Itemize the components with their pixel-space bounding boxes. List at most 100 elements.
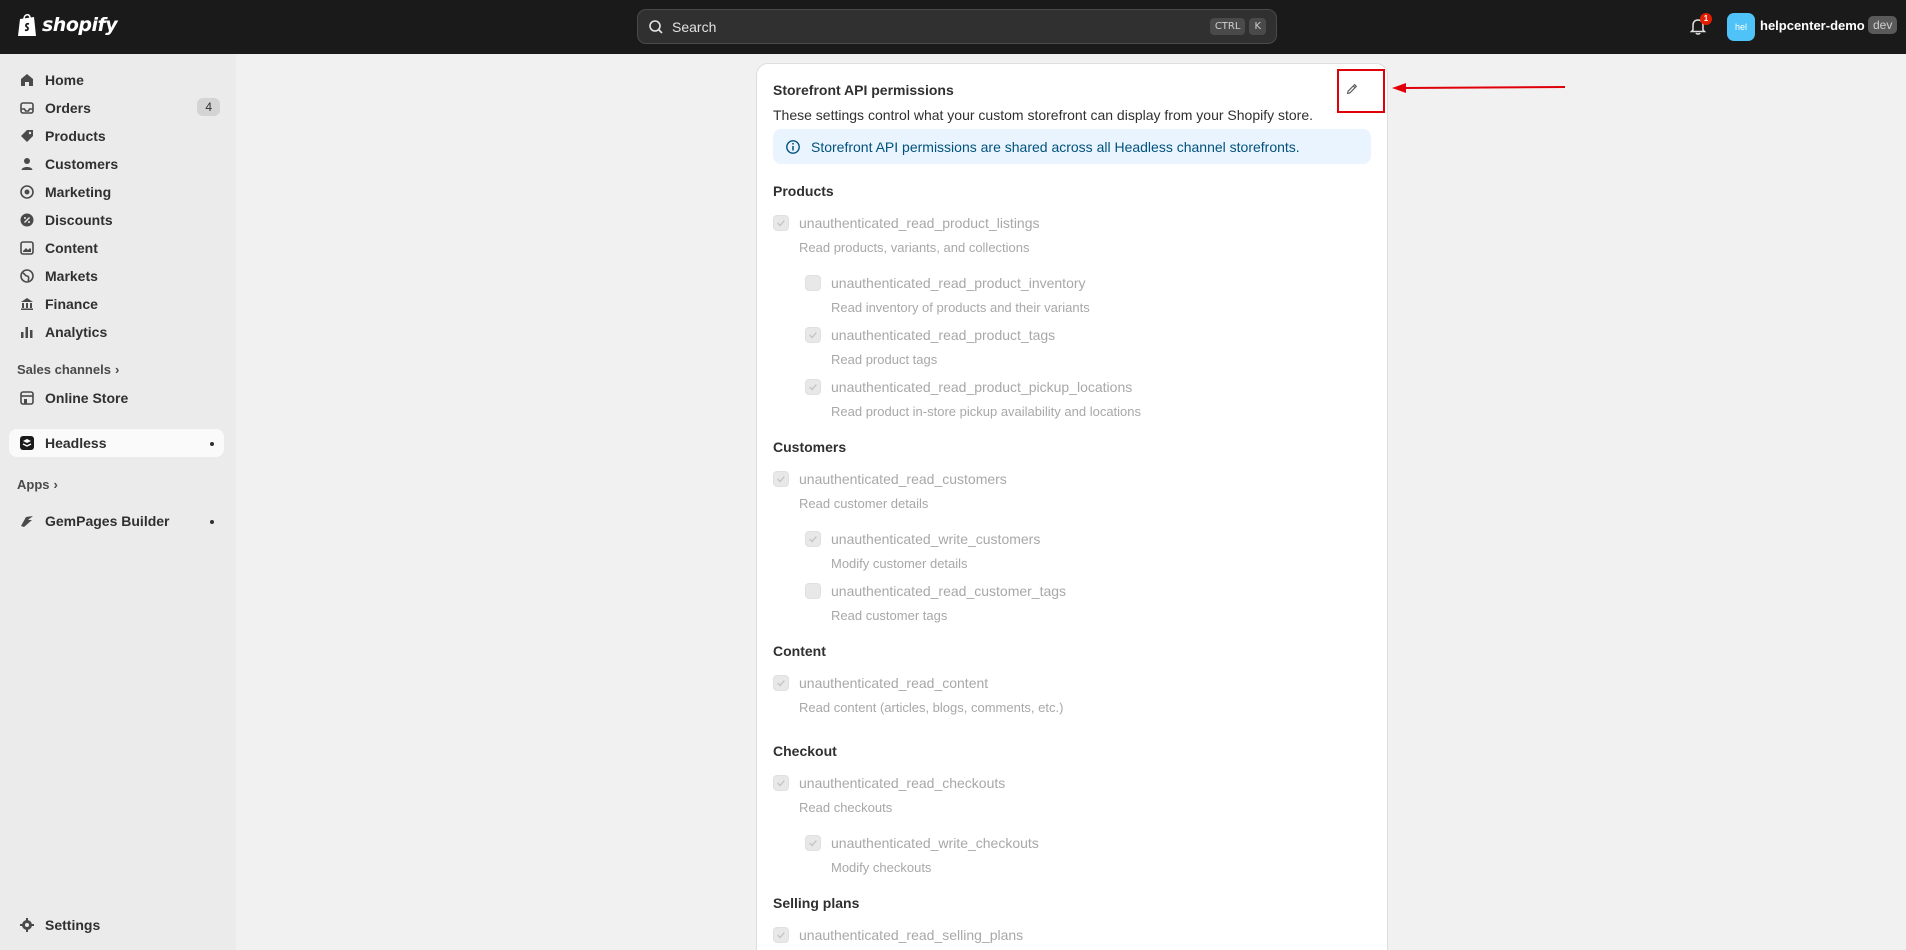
- sidebar-item-home[interactable]: Home: [9, 66, 224, 94]
- storefront-api-permissions-card: Storefront API permissions These setting…: [756, 63, 1388, 950]
- info-banner-text: Storefront API permissions are shared ac…: [811, 138, 1300, 155]
- permission-description: Modify customer details: [831, 556, 968, 571]
- sidebar: Home Orders 4 Products Customers Marketi…: [0, 54, 236, 950]
- permission-description: Read customer tags: [831, 608, 948, 623]
- check-icon: [777, 220, 785, 227]
- group-title-selling-plans: Selling plans: [773, 895, 860, 911]
- group-title-customers: Customers: [773, 439, 847, 455]
- check-icon: [809, 332, 817, 339]
- permission-name: unauthenticated_read_selling_plans: [799, 927, 1024, 943]
- sidebar-item-label: Marketing: [45, 184, 112, 200]
- sidebar-item-marketing[interactable]: Marketing: [9, 178, 224, 206]
- permission-description: Modify checkouts: [831, 860, 932, 875]
- bank-icon: [21, 298, 33, 310]
- image-icon: [20, 241, 34, 255]
- permission-name: unauthenticated_read_content: [799, 675, 989, 691]
- info-icon: [786, 139, 800, 154]
- target-icon: [20, 185, 34, 199]
- orders-count-badge: 4: [197, 98, 220, 116]
- sidebar-item-label: Discounts: [45, 212, 113, 228]
- headless-icon: [20, 436, 34, 450]
- sidebar-item-label: Markets: [45, 268, 98, 284]
- checkbox-checked[interactable]: [805, 531, 821, 547]
- home-icon: [21, 74, 33, 86]
- chevron-right-icon: ›: [53, 477, 58, 492]
- permission-name: unauthenticated_write_customers: [831, 531, 1041, 547]
- check-icon: [777, 476, 785, 483]
- permission-name: unauthenticated_read_customers: [799, 471, 1007, 487]
- checkbox-checked[interactable]: [773, 215, 789, 231]
- permission-description: Read content (articles, blogs, comments,…: [799, 700, 1064, 715]
- sidebar-item-label: Customers: [45, 156, 119, 172]
- checkbox-checked[interactable]: [773, 471, 789, 487]
- checkbox-checked[interactable]: [805, 835, 821, 851]
- checkbox-unchecked[interactable]: [805, 583, 821, 599]
- sidebar-item-label: Orders: [45, 100, 91, 116]
- annotation-highlight-box: [1337, 69, 1385, 113]
- check-icon: [777, 932, 785, 939]
- sidebar-item-label: Finance: [45, 296, 98, 312]
- card-description: These settings control what your custom …: [773, 107, 1314, 123]
- check-icon: [809, 536, 817, 543]
- shopify-logo[interactable]: shopify: [16, 12, 118, 38]
- tag-icon: [21, 130, 33, 142]
- sidebar-item-markets[interactable]: Markets: [9, 262, 224, 290]
- permission-description: Read customer details: [799, 496, 929, 511]
- sidebar-item-finance[interactable]: Finance: [9, 290, 224, 318]
- permission-name: unauthenticated_read_product_listings: [799, 215, 1040, 231]
- sidebar-item-settings[interactable]: Settings: [9, 911, 224, 939]
- check-icon: [777, 680, 785, 687]
- sidebar-item-label: Analytics: [45, 324, 108, 340]
- sidebar-item-gempages[interactable]: GemPages Builder: [9, 507, 224, 535]
- search-icon: [649, 19, 663, 34]
- sidebar-item-customers[interactable]: Customers: [9, 150, 224, 178]
- notification-badge: 1: [1700, 13, 1712, 25]
- inbox-icon: [20, 102, 34, 114]
- permission-description: Read checkouts: [799, 800, 893, 815]
- group-title-products: Products: [773, 183, 834, 199]
- permission-description: Read product in-store pickup availabilit…: [831, 404, 1142, 419]
- checkbox-checked[interactable]: [773, 927, 789, 943]
- search-bar[interactable]: Search CTRL K: [637, 9, 1277, 44]
- shortcut-key-k: K: [1249, 18, 1266, 35]
- sidebar-item-analytics[interactable]: Analytics: [9, 318, 224, 346]
- sidebar-item-label: Home: [45, 72, 84, 88]
- search-placeholder: Search: [672, 18, 717, 35]
- sidebar-item-content[interactable]: Content: [9, 234, 224, 262]
- group-title-content: Content: [773, 643, 826, 659]
- sales-channels-header[interactable]: Sales channels ›: [17, 362, 119, 377]
- card-title: Storefront API permissions: [773, 82, 954, 98]
- top-bar: shopify Search CTRL K 1 hel helpcenter-d…: [0, 0, 1906, 54]
- permission-name: unauthenticated_read_product_inventory: [831, 275, 1086, 291]
- person-icon: [21, 158, 33, 170]
- checkbox-checked[interactable]: [805, 327, 821, 343]
- sidebar-item-label: Settings: [45, 917, 101, 933]
- logo-text: shopify: [42, 14, 118, 36]
- shopify-bag-icon: [18, 13, 36, 36]
- checkbox-unchecked[interactable]: [805, 275, 821, 291]
- checkbox-checked[interactable]: [805, 379, 821, 395]
- dev-badge: dev: [1868, 16, 1898, 34]
- sidebar-item-discounts[interactable]: Discounts: [9, 206, 224, 234]
- sidebar-item-orders[interactable]: Orders 4: [9, 94, 224, 122]
- sales-channels-label: Sales channels: [17, 362, 111, 377]
- discount-icon: [20, 213, 34, 227]
- storefront-icon: [20, 391, 34, 405]
- apps-label: Apps: [17, 477, 50, 492]
- avatar[interactable]: hel: [1727, 13, 1755, 41]
- store-name[interactable]: helpcenter-demo: [1760, 18, 1865, 33]
- check-icon: [777, 780, 785, 787]
- sidebar-item-label: GemPages Builder: [45, 513, 170, 529]
- sidebar-item-label: Headless: [45, 435, 107, 451]
- checkbox-checked[interactable]: [773, 675, 789, 691]
- sidebar-item-online-store[interactable]: Online Store: [9, 384, 224, 412]
- permission-name: unauthenticated_write_checkouts: [831, 835, 1039, 851]
- sidebar-item-products[interactable]: Products: [9, 122, 224, 150]
- info-banner: Storefront API permissions are shared ac…: [773, 129, 1371, 164]
- checkbox-checked[interactable]: [773, 775, 789, 791]
- sidebar-item-headless[interactable]: Headless: [9, 429, 224, 457]
- gempages-pin-dot: [210, 520, 214, 524]
- group-title-checkout: Checkout: [773, 743, 837, 759]
- gempages-icon: [21, 516, 33, 527]
- apps-header[interactable]: Apps ›: [17, 477, 58, 492]
